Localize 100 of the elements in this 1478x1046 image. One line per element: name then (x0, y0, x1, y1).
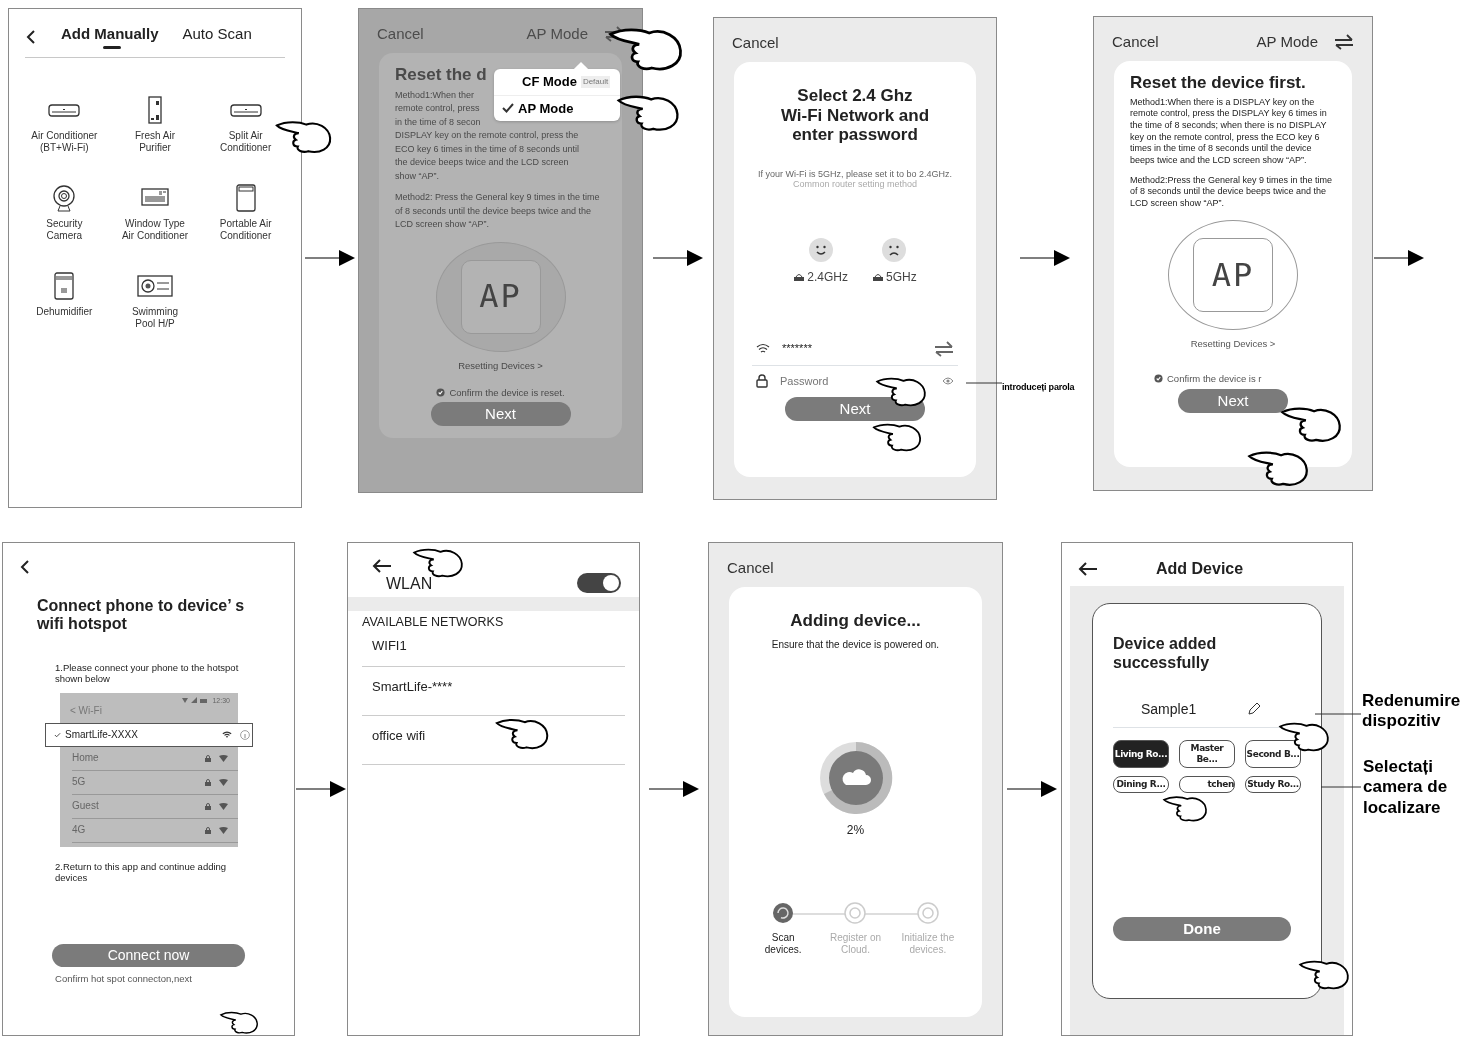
instruction-text: Method2: Press the General key 9 times in the time of 8 seconds until the device beeps twice and the LCD screen show “AP”. (395, 191, 601, 232)
device-type-label[interactable]: Fresh Air Purifier (135, 130, 175, 154)
instruction-line: Method1:When ther (395, 88, 475, 102)
wifi-icon (219, 802, 228, 810)
room-chip[interactable]: tchen (1179, 775, 1235, 793)
arrow-icon (1020, 248, 1070, 268)
tab[interactable]: Add Manually (61, 25, 159, 49)
menu-item[interactable]: CF Mode Default (494, 69, 620, 95)
swap-icon[interactable] (1334, 34, 1354, 50)
confirm-label: Confirm the device is reset. (449, 386, 565, 399)
connect-button[interactable]: Connect now (52, 943, 245, 967)
arrow-icon (1374, 248, 1424, 268)
card-title: Reset the d (395, 65, 487, 85)
eye-icon[interactable] (942, 377, 954, 386)
cancel-link[interactable]: Cancel (377, 25, 424, 43)
lock-icon (756, 374, 768, 389)
network-name: Guest (72, 800, 99, 813)
check-icon (54, 731, 61, 738)
confirm-text: Confirm hot spot connecton,next (54, 972, 193, 984)
wifi-icon (222, 730, 232, 739)
wifi-icon (219, 826, 228, 834)
screen-title: Add Device (1156, 559, 1244, 579)
device-type-label[interactable]: Dehumidifier (36, 306, 93, 318)
room-chip[interactable]: Second B... (1245, 740, 1301, 768)
step-label: Scan devices. (764, 931, 802, 956)
mode-label: AP Mode (1256, 33, 1318, 51)
resetting-devices-link[interactable]: Resetting Devices > (1190, 337, 1276, 350)
annotation-text: Redenumire dispozitiv (1362, 691, 1461, 732)
lock-icon (205, 754, 211, 762)
instruction-line: in the time of 8 secon (395, 115, 481, 129)
network-item[interactable]: SmartLife-**** (362, 667, 625, 717)
mode-label: AP Mode (526, 25, 588, 43)
instruction-text: Method1:When there is a DISPLAY key on the remote control, press the DISPLAY key 6 times in the time of 8 seconds; when there is no DISPLAY key on the remote control, press the ECO key 6 times in the time of 8 seconds until the device beeps twice and the LCD screen show “AP”. (1130, 96, 1328, 167)
check-icon (502, 103, 514, 114)
instruction-text: 1.Please connect your phone to the hotspot shown below (55, 661, 240, 685)
wifi-icon (219, 778, 228, 786)
room-chip[interactable]: Living Ro... (1113, 740, 1169, 768)
screen-title: WLAN (386, 573, 433, 593)
hint-text: If your Wi-Fi is 5GHz, please set it to bo 2.4GHz. Common router setting method (756, 168, 954, 191)
subtitle-text: Ensure that the device is powered on. (771, 638, 940, 651)
leader-line (1315, 713, 1361, 715)
confirm-label: Confirm the device is r (1167, 373, 1262, 385)
tab[interactable]: Auto Scan (182, 25, 252, 49)
lcd-text: AP (479, 277, 522, 316)
next-button[interactable]: Next (1178, 388, 1288, 413)
leader-line (966, 382, 1002, 384)
cancel-link[interactable]: Cancel (709, 543, 1002, 587)
network-row[interactable]: SmartLife-XXXX (45, 722, 253, 747)
progress-percent: 2% (846, 822, 865, 837)
card-title: Adding device... (790, 611, 921, 631)
success-message: Device added successfully (1113, 634, 1218, 673)
status-icons-drawing (182, 697, 209, 705)
resetting-devices-link[interactable]: Resetting Devices > (458, 359, 543, 371)
pencil-icon[interactable] (1248, 702, 1261, 716)
pointing-hand-icon (1162, 793, 1208, 823)
instruction-line: DISPLAY key on the remote control, press the (395, 129, 579, 143)
menu-item-label: CF Mode (522, 74, 577, 90)
check-circle-icon[interactable] (1154, 374, 1163, 384)
info-icon (240, 729, 250, 740)
menu-item[interactable]: AP Mode (494, 94, 620, 122)
pool-heat-pump-icon[interactable] (137, 272, 173, 300)
device-type-label[interactable]: Portable Air Conditioner (219, 218, 272, 242)
band-label: 2.4GHz (807, 270, 848, 285)
arrow-icon (653, 248, 703, 268)
arrow-icon (305, 248, 355, 268)
instruction-line: ECO key 6 times in the time of 8 seconds until (395, 142, 580, 156)
check-circle-icon[interactable] (436, 388, 446, 398)
cancel-link[interactable]: Cancel (714, 18, 996, 62)
section-header: AVAILABLE NETWORKS (361, 614, 505, 631)
back-icon[interactable] (25, 29, 37, 45)
back-icon[interactable] (1078, 561, 1098, 576)
room-chip[interactable]: Master Be... (1179, 740, 1235, 768)
password-field[interactable]: Password (778, 373, 932, 389)
back-icon[interactable] (19, 559, 31, 575)
annotation-text: introduceți parola (1002, 382, 1075, 393)
device-type-label[interactable]: Window Type Air Conditioner (121, 218, 189, 242)
next-button[interactable]: Next (785, 396, 925, 421)
cancel-link[interactable]: Cancel (1112, 33, 1159, 51)
wifi-network-field[interactable]: ******* (780, 341, 924, 357)
device-type-label[interactable]: Air Conditioner (BT+Wi-Fi) (31, 130, 98, 154)
device-type-label[interactable]: Split Air Conditioner (220, 130, 272, 154)
back-icon[interactable] (372, 559, 392, 574)
router-icon (872, 272, 884, 283)
wlan-toggle[interactable] (577, 573, 621, 594)
device-type-label[interactable]: Security Camera (46, 218, 83, 242)
network-item[interactable]: WIFI1 (362, 630, 625, 668)
device-type-label[interactable]: Swimming Pool H/P (131, 306, 179, 330)
room-chip[interactable]: Study Ro... (1245, 775, 1301, 793)
network-name: 4G (72, 824, 86, 837)
menu-item-label: AP Mode (518, 100, 574, 117)
instruction-line: show “AP”. (395, 169, 439, 183)
card-title: Select 2.4 Ghz Wi-Fi Network and enter password (780, 86, 930, 145)
room-chip[interactable]: Dining R... (1113, 775, 1169, 793)
wifi-icon (756, 343, 770, 355)
step-label: Register on Cloud. (829, 931, 882, 956)
network-name: 5G (72, 776, 86, 789)
device-name[interactable]: Sample1 (1141, 700, 1197, 718)
done-button[interactable]: Done (1113, 916, 1291, 941)
wifi-icon (219, 754, 228, 762)
band-label: 5GHz (886, 270, 917, 285)
